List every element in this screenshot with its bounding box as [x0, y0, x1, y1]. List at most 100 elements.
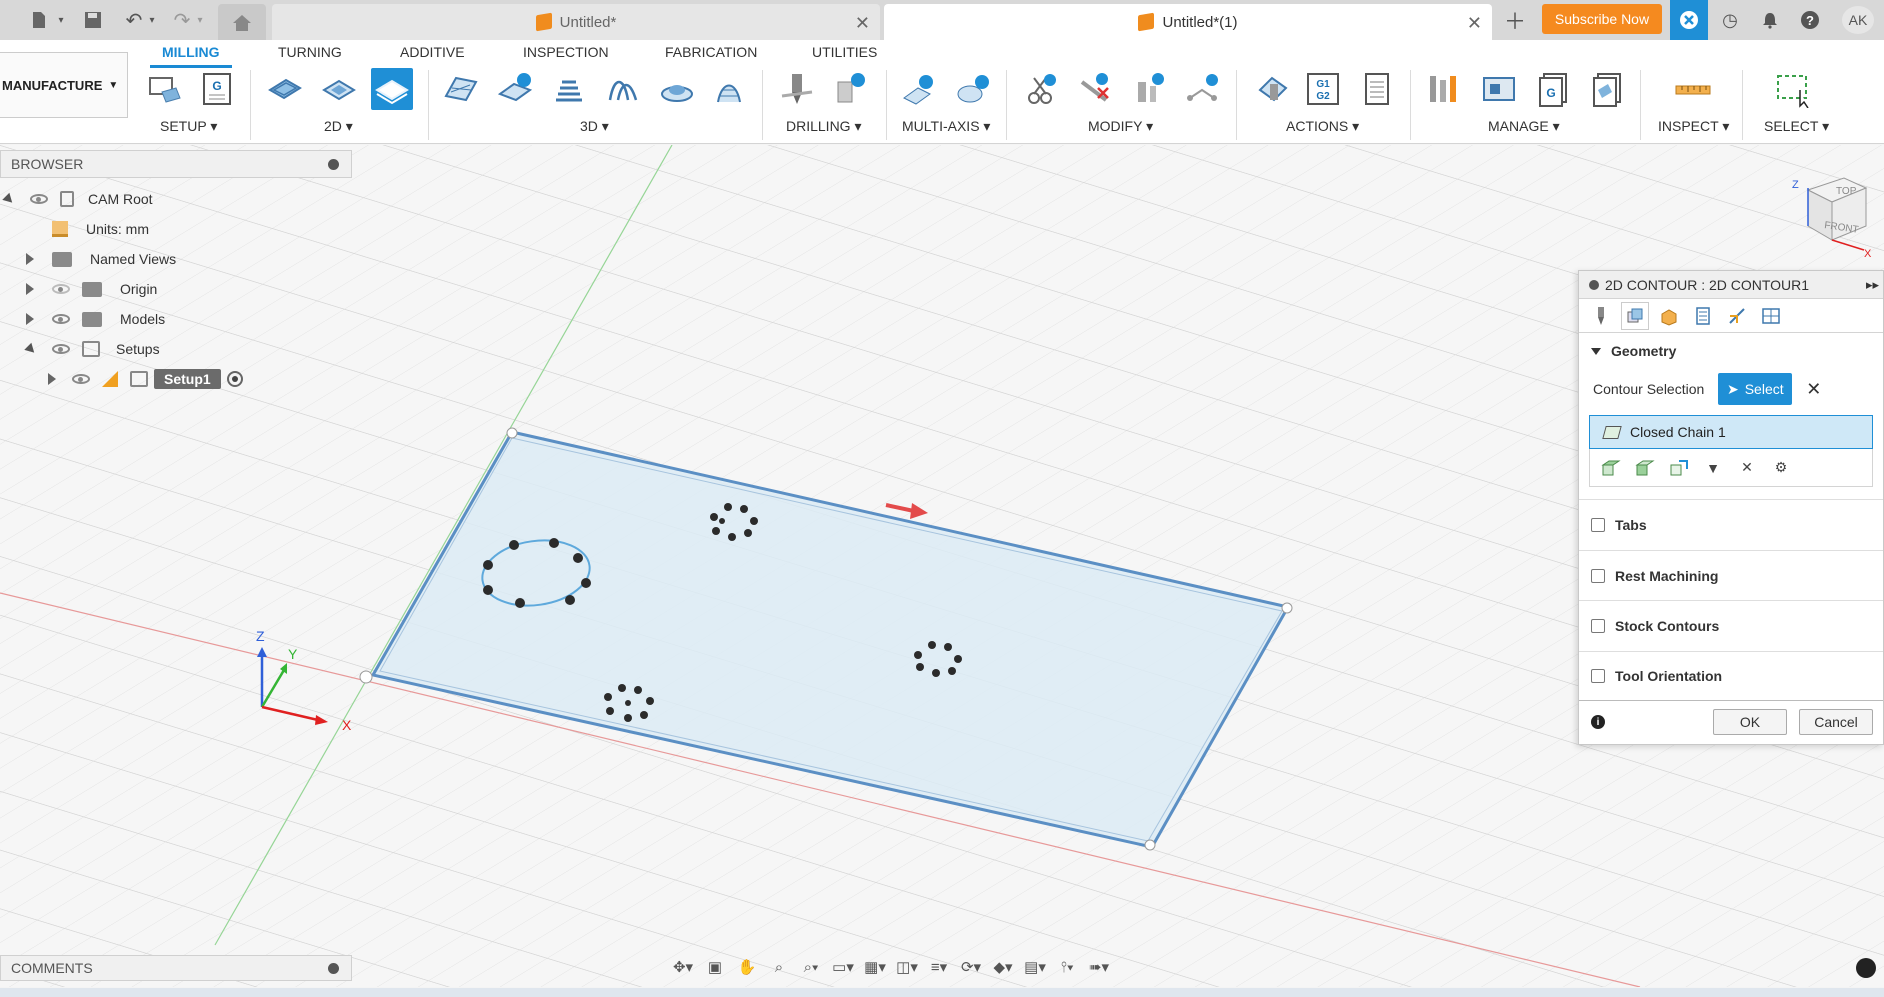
expand-toggle-icon[interactable]	[26, 253, 34, 265]
expand-dialog-icon[interactable]: ▸▸	[1866, 277, 1879, 293]
group-label-setup[interactable]: SETUP ▾	[160, 118, 217, 135]
face-chain-icon[interactable]	[1634, 458, 1656, 478]
template-library-icon[interactable]	[1586, 68, 1628, 110]
chain-list-item[interactable]: Closed Chain 1	[1589, 415, 1873, 449]
tabs-header[interactable]: Tabs	[1579, 500, 1883, 550]
dialog-pin-icon[interactable]	[1589, 279, 1599, 290]
view-cube[interactable]: TOP FRONT Z X	[1786, 168, 1876, 260]
tree-item-named-views[interactable]: Named Views	[26, 248, 176, 270]
grid-settings-icon[interactable]: ▦▾	[862, 956, 888, 978]
display-settings-icon[interactable]: ▭▾	[830, 956, 856, 978]
machine-library-icon[interactable]	[1478, 68, 1520, 110]
delete-toolpath-icon[interactable]	[1074, 68, 1116, 110]
group-label-modify[interactable]: MODIFY ▾	[1088, 118, 1153, 135]
workspace-switcher[interactable]: MANUFACTURE ▼	[0, 52, 128, 118]
cancel-button[interactable]: Cancel	[1799, 709, 1873, 735]
user-avatar[interactable]: AK	[1842, 6, 1874, 34]
multiaxis-contour-icon[interactable]	[898, 68, 940, 110]
group-label-manage[interactable]: MANAGE ▾	[1488, 118, 1560, 135]
3d-contour-icon[interactable]	[602, 68, 644, 110]
expand-toggle-icon[interactable]	[48, 373, 56, 385]
drill-icon[interactable]	[776, 68, 818, 110]
save-icon[interactable]	[78, 6, 108, 34]
tab-turning[interactable]: TURNING	[278, 44, 342, 60]
tabs-checkbox[interactable]	[1591, 518, 1605, 532]
3d-scallop-icon[interactable]	[656, 68, 698, 110]
tool-modify-icon[interactable]	[1128, 68, 1170, 110]
document-tab-2[interactable]: Untitled*(1) ✕	[884, 4, 1492, 40]
machine-display-icon[interactable]: ▤▾	[1022, 956, 1048, 978]
tool-display-icon[interactable]: ⫯▾	[1054, 956, 1080, 978]
expand-toggle-icon[interactable]	[2, 192, 16, 206]
linking-tab-icon[interactable]	[1723, 302, 1751, 330]
rest-machining-header[interactable]: Rest Machining	[1579, 551, 1883, 600]
viewcube-top-label[interactable]: TOP	[1836, 186, 1857, 197]
stock-display-icon[interactable]: ◆▾	[990, 956, 1016, 978]
2d-contour-icon[interactable]	[371, 68, 413, 110]
browser-panel-header[interactable]: BROWSER	[0, 150, 352, 178]
home-tab[interactable]	[218, 4, 266, 40]
browser-collapse-icon[interactable]	[328, 159, 339, 170]
geometry-tab-icon[interactable]	[1621, 301, 1649, 330]
setup-sheet-icon[interactable]	[1356, 68, 1398, 110]
corner-status-icon[interactable]	[1856, 958, 1876, 978]
help-icon[interactable]: ?	[1796, 6, 1824, 34]
tree-item-setups[interactable]: Setups	[24, 338, 160, 360]
redo-chevron-icon[interactable]: ▾	[194, 6, 206, 34]
post-process-icon[interactable]: G1 G2	[1302, 68, 1344, 110]
new-setup-icon[interactable]	[144, 68, 186, 110]
2d-pocket-icon[interactable]	[318, 68, 360, 110]
tree-item-setup1[interactable]: Setup1	[48, 368, 243, 390]
silhouette-chain-icon[interactable]	[1668, 458, 1690, 478]
add-comment-icon[interactable]	[328, 963, 339, 974]
undo-chevron-icon[interactable]: ▾	[146, 6, 158, 34]
zoom-window-icon[interactable]: ⌕▾	[798, 956, 824, 978]
file-menu-icon[interactable]	[24, 6, 54, 34]
pattern-icon[interactable]	[1182, 68, 1224, 110]
2d-adaptive-icon[interactable]	[264, 68, 306, 110]
contour-select-button[interactable]: ➤ Select	[1718, 373, 1793, 405]
collapse-caret-icon[interactable]	[1591, 347, 1601, 355]
expand-toggle-icon[interactable]	[26, 283, 34, 295]
chain-options-chevron-icon[interactable]: ▼	[1702, 458, 1724, 478]
new-tab-icon[interactable]: ＋	[1500, 6, 1530, 34]
rest-machining-checkbox[interactable]	[1591, 568, 1605, 583]
cut-toolpath-icon[interactable]	[1020, 68, 1062, 110]
remove-chain-icon[interactable]: ✕	[1736, 458, 1758, 478]
close-tab-icon[interactable]: ✕	[855, 13, 870, 34]
tool-orientation-checkbox[interactable]	[1591, 669, 1605, 683]
group-label-actions[interactable]: ACTIONS ▾	[1286, 118, 1359, 135]
extensions-icon[interactable]	[1670, 0, 1708, 40]
tree-item-units[interactable]: Units: mm	[52, 218, 149, 240]
document-tab-1[interactable]: Untitled* ✕	[272, 4, 880, 40]
stock-contours-header[interactable]: Stock Contours	[1579, 601, 1883, 651]
tool-orientation-header[interactable]: Tool Orientation	[1579, 652, 1883, 700]
expand-toggle-icon[interactable]	[24, 342, 38, 356]
select-window-icon[interactable]	[1772, 68, 1814, 110]
notifications-icon[interactable]	[1756, 6, 1784, 34]
clear-selection-icon[interactable]: ✕	[1806, 379, 1821, 400]
nc-program-icon[interactable]: G	[196, 68, 238, 110]
close-tab-icon[interactable]: ✕	[1467, 13, 1482, 34]
pan-icon[interactable]: ✋	[734, 956, 760, 978]
heights-tab-icon[interactable]	[1655, 302, 1683, 330]
group-label-select[interactable]: SELECT ▾	[1764, 118, 1829, 135]
geometry-header[interactable]: Geometry	[1579, 333, 1883, 369]
viewports-icon[interactable]: ◫▾	[894, 956, 920, 978]
group-label-multiaxis[interactable]: MULTI-AXIS ▾	[902, 118, 990, 135]
toolpath-display-icon[interactable]: ≡▾	[926, 956, 952, 978]
info-icon[interactable]: i	[1591, 715, 1605, 729]
visibility-eye-icon[interactable]	[72, 374, 90, 384]
tab-utilities[interactable]: UTILITIES	[812, 44, 877, 60]
measure-icon[interactable]	[1672, 68, 1714, 110]
3d-parallel-icon[interactable]	[708, 68, 750, 110]
zoom-icon[interactable]: ⌕	[766, 956, 792, 978]
redo-icon[interactable]: ↷	[170, 6, 194, 34]
3d-adaptive-icon[interactable]	[440, 68, 482, 110]
orbit-move-icon[interactable]: ✥▾	[670, 956, 696, 978]
group-label-2d[interactable]: 2D ▾	[324, 118, 353, 135]
tool-tab-icon[interactable]	[1587, 302, 1615, 330]
ok-button[interactable]: OK	[1713, 709, 1787, 735]
hidden-eye-icon[interactable]	[52, 284, 70, 294]
visibility-eye-icon[interactable]	[52, 344, 70, 354]
